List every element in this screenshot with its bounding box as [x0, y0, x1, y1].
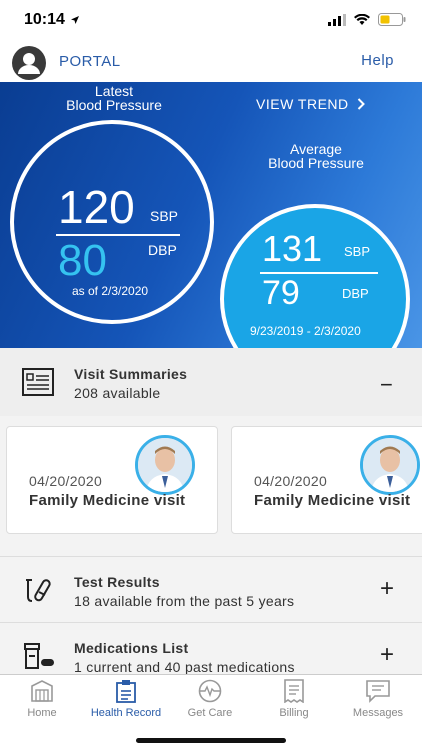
visit-card[interactable]: 04/20/2020 Family Medicine visit [6, 426, 218, 534]
latest-dbp-unit: DBP [148, 242, 177, 258]
status-indicators [328, 13, 406, 26]
latest-bp-title-line2: Blood Pressure [66, 97, 162, 113]
status-bar: 10:14 [0, 0, 422, 40]
user-avatar-icon [18, 53, 40, 74]
tab-label: Health Record [90, 707, 162, 719]
help-link[interactable]: Help [361, 52, 394, 69]
tab-messages[interactable]: Messages [336, 679, 420, 725]
visit-summaries-count: 208 available [74, 385, 161, 401]
wifi-icon [354, 13, 370, 25]
visit-summaries-title: Visit Summaries [74, 366, 188, 382]
portal-link[interactable]: PORTAL [59, 53, 121, 70]
medications-title: Medications List [74, 640, 189, 656]
latest-sbp-value: 120 [58, 181, 135, 233]
average-bp-title-line1: Average [290, 141, 342, 157]
location-arrow-icon [71, 16, 79, 24]
pill-bottle-icon [24, 643, 54, 669]
blood-pressure-banner: Latest Blood Pressure 120 SBP 80 DBP as … [0, 82, 422, 348]
home-indicator[interactable] [136, 738, 286, 743]
cellular-signal-icon [328, 13, 346, 26]
test-results-subtitle: 18 available from the past 5 years [74, 593, 295, 609]
health-record-icon [116, 680, 136, 703]
tab-health-record[interactable]: Health Record [84, 679, 168, 725]
latest-dbp-value: 80 [58, 236, 107, 285]
average-dbp-unit: DBP [342, 286, 369, 301]
tab-billing[interactable]: Billing [252, 679, 336, 725]
status-time: 10:14 [24, 11, 65, 28]
visit-date: 04/20/2020 [29, 473, 103, 489]
app-header: PORTAL Help [0, 40, 422, 82]
messages-icon [366, 680, 390, 703]
average-dbp-value: 79 [262, 274, 300, 312]
latest-bp-date: as of 2/3/2020 [72, 284, 149, 298]
latest-bp-circle[interactable]: 120 SBP 80 DBP as of 2/3/2020 [10, 120, 214, 324]
expand-toggle[interactable]: + [380, 641, 394, 669]
view-trend-button[interactable]: VIEW TREND [256, 96, 365, 112]
view-trend-label: VIEW TREND [256, 96, 349, 112]
visit-card[interactable]: 04/20/2020 Family Medicine visit [231, 426, 422, 534]
latest-sbp-unit: SBP [150, 208, 179, 224]
visit-date: 04/20/2020 [254, 473, 328, 489]
visit-summaries-header[interactable]: Visit Summaries 208 available − [0, 348, 422, 416]
expand-toggle[interactable]: + [380, 575, 394, 603]
test-results-row[interactable]: Test Results 18 available from the past … [0, 556, 422, 622]
tab-home[interactable]: Home [0, 679, 84, 725]
average-bp-circle[interactable]: 131 SBP 79 DBP 9/23/2019 - 2/3/2020 [220, 204, 410, 348]
tab-label: Billing [279, 707, 309, 719]
visit-title: Family Medicine visit [254, 492, 411, 509]
latest-bp-title: Latest Blood Pressure [44, 84, 184, 112]
get-care-icon [198, 679, 222, 703]
visit-title: Family Medicine visit [29, 492, 186, 509]
visit-cards-carousel[interactable]: 04/20/2020 Family Medicine visit 04/20/2… [0, 416, 422, 556]
tab-label: Messages [352, 707, 404, 719]
medications-subtitle: 1 current and 40 past medications [74, 659, 295, 675]
doctor-portrait-icon [138, 438, 192, 492]
doctor-portrait-icon [363, 438, 417, 492]
home-icon [31, 680, 53, 702]
latest-bp-title-line1: Latest [94, 83, 134, 99]
test-tube-icon [26, 579, 51, 602]
chevron-right-icon [357, 98, 365, 110]
average-bp-date-range: 9/23/2019 - 2/3/2020 [250, 324, 361, 338]
tab-label: Home [27, 707, 57, 719]
visit-summary-icon [22, 368, 54, 396]
tab-get-care[interactable]: Get Care [168, 679, 252, 725]
doctor-photo [360, 435, 420, 495]
test-results-title: Test Results [74, 574, 160, 590]
doctor-photo [135, 435, 195, 495]
collapse-toggle[interactable]: − [380, 372, 393, 398]
medications-row[interactable]: Medications List 1 current and 40 past m… [0, 622, 422, 675]
average-bp-title-line2: Blood Pressure [268, 155, 364, 171]
average-bp-title: Average Blood Pressure [248, 142, 384, 170]
average-sbp-value: 131 [262, 228, 323, 269]
avatar[interactable] [12, 46, 46, 80]
average-sbp-unit: SBP [344, 244, 371, 259]
tab-label: Get Care [187, 707, 233, 719]
battery-icon [378, 13, 406, 26]
billing-icon [284, 679, 304, 703]
